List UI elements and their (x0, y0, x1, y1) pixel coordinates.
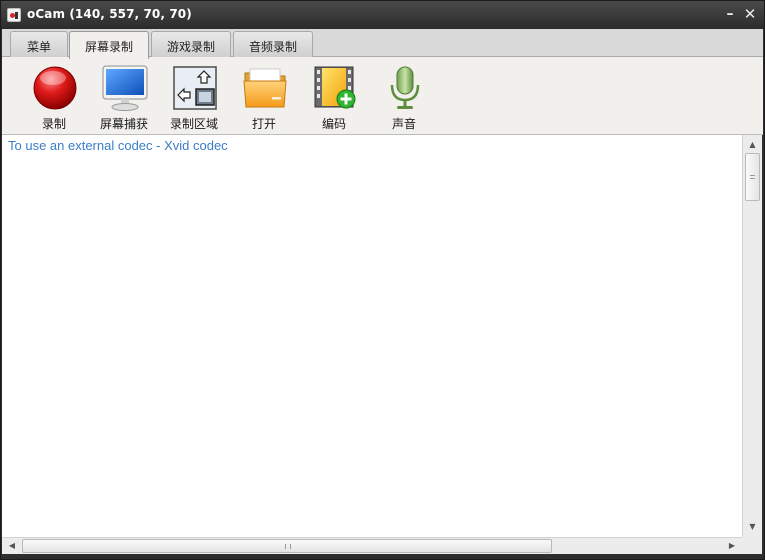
horizontal-scroll-thumb[interactable] (22, 539, 552, 553)
record-region-button[interactable]: 录制区域 (162, 63, 226, 131)
monitor-icon (102, 65, 148, 111)
scroll-up-icon[interactable]: ▲ (743, 137, 762, 153)
toolbar: 录制 屏幕捕获 录制区域 打开 编码 声音 (2, 57, 763, 135)
codec-label: 编码 (321, 117, 346, 131)
scroll-left-icon[interactable]: ◀ (4, 538, 20, 554)
grip-icon (750, 175, 755, 179)
tab-game-recording[interactable]: 游戏录制 (151, 31, 231, 57)
region-icon (173, 66, 217, 110)
close-button[interactable]: ✕ (741, 5, 759, 23)
open-button[interactable]: 打开 (232, 63, 296, 131)
sound-button[interactable]: 声音 (372, 63, 436, 131)
vertical-scroll-thumb[interactable] (745, 153, 760, 201)
ocam-window: oCam (140, 557, 70, 70) – ✕ 菜单 屏幕录制 游戏录制… (0, 0, 765, 560)
window-title: oCam (140, 557, 70, 70) (27, 7, 192, 21)
tab-bar: 菜单 屏幕录制 游戏录制 音频录制 (2, 29, 763, 59)
record-icon (33, 66, 77, 110)
message-area: To use an external codec - Xvid codec (2, 135, 742, 537)
record-button[interactable]: 录制 (22, 63, 86, 131)
film-add-icon (314, 66, 356, 109)
tab-audio-recording[interactable]: 音频录制 (233, 31, 313, 57)
window-bottom-border (1, 554, 764, 559)
external-codec-link[interactable]: To use an external codec - Xvid codec (8, 138, 228, 153)
scroll-right-icon[interactable]: ▶ (724, 538, 740, 554)
scroll-down-icon[interactable]: ▼ (743, 519, 762, 535)
record-label: 录制 (41, 117, 66, 131)
minimize-button[interactable]: – (721, 5, 739, 23)
scrollbar-corner (742, 537, 762, 554)
record-region-label: 录制区域 (169, 117, 218, 131)
codec-button[interactable]: 编码 (302, 63, 366, 131)
folder-icon (243, 68, 287, 108)
grip-icon (285, 544, 291, 549)
screen-capture-button[interactable]: 屏幕捕获 (92, 63, 156, 131)
title-bar[interactable]: oCam (140, 557, 70, 70) – ✕ (1, 1, 764, 29)
tab-screen-recording[interactable]: 屏幕录制 (69, 31, 149, 59)
open-label: 打开 (251, 117, 276, 131)
vertical-scrollbar[interactable]: ▲ ▼ (742, 135, 762, 537)
ocam-app-icon (7, 8, 21, 22)
sound-label: 声音 (391, 117, 416, 131)
tab-menu[interactable]: 菜单 (10, 31, 68, 57)
screen-capture-label: 屏幕捕获 (99, 117, 148, 131)
horizontal-scrollbar[interactable]: ◀ ▶ (2, 537, 742, 554)
microphone-icon (390, 66, 420, 109)
